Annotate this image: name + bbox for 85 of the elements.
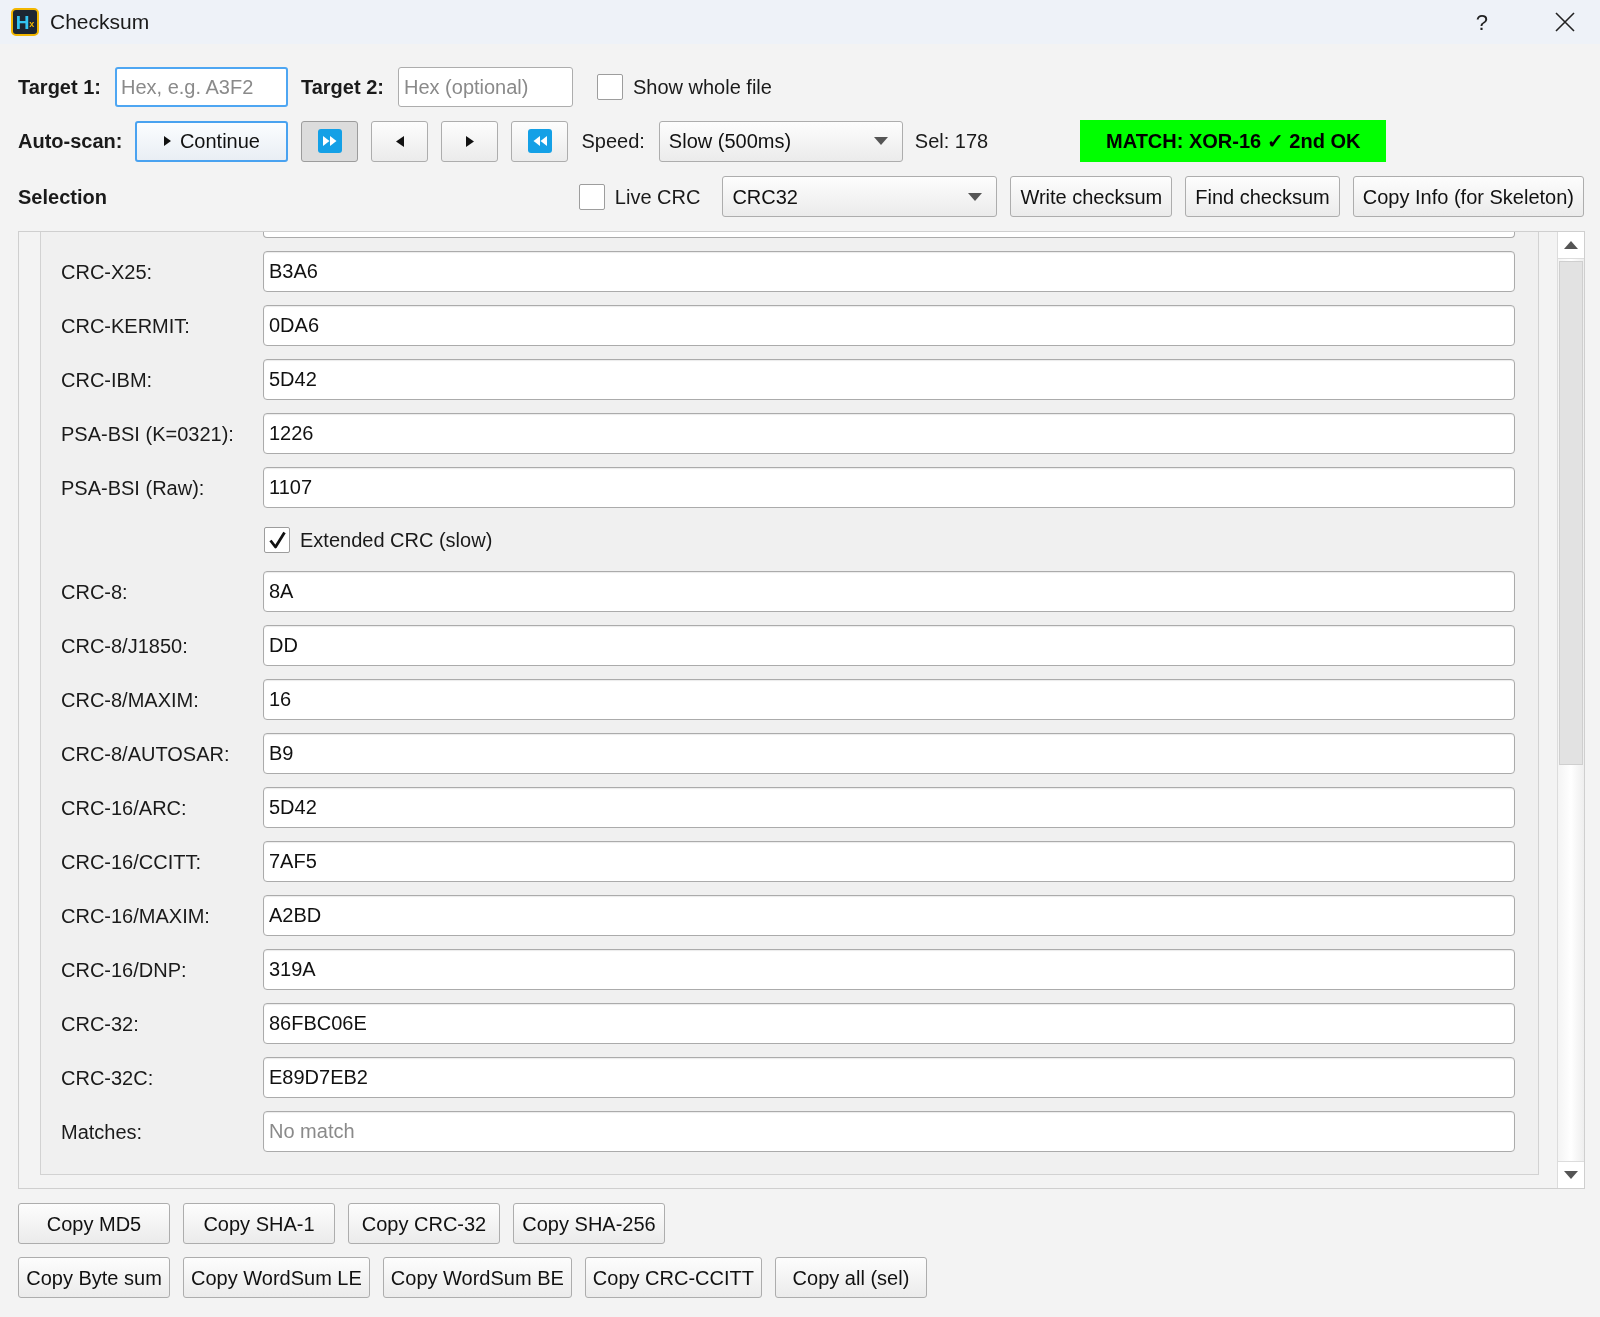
selection-size-text: Sel: 178	[914, 129, 989, 154]
field-label: Target 2:	[301, 75, 384, 100]
value-field[interactable]: 7AF5	[263, 841, 1515, 882]
checkbox[interactable]	[264, 526, 290, 553]
checkbox-label: Show whole file	[632, 75, 772, 100]
field-label: Auto-scan:	[18, 129, 123, 154]
copy-button[interactable]: Copy all (sel)	[774, 1257, 927, 1298]
copy-button[interactable]: Copy CRC-CCITT	[584, 1257, 762, 1298]
fast-forward-icon	[317, 129, 342, 153]
checkmark-icon	[268, 530, 286, 549]
hex-input-field[interactable]: Hex (optional)	[397, 67, 573, 107]
copy-button[interactable]: Copy SHA-256	[513, 1203, 665, 1244]
checkbox-label: Live CRC	[614, 184, 701, 210]
play-triangle-icon	[163, 136, 171, 146]
field-label: CRC-32:	[61, 1011, 140, 1037]
field-label: CRC-32C:	[61, 1065, 155, 1091]
field-label: CRC-8:	[61, 579, 129, 605]
action-button[interactable]: Write checksum	[1010, 176, 1173, 217]
continue-button[interactable]: Continue	[135, 120, 289, 162]
field-label: Target 1:	[18, 75, 101, 100]
value-field[interactable]: 16	[263, 679, 1515, 720]
checkbox[interactable]	[596, 74, 623, 100]
field-label: CRC-8/AUTOSAR:	[61, 741, 231, 767]
caret-down-icon	[873, 137, 888, 145]
field-label: CRC-16/ARC:	[61, 795, 188, 821]
close-button[interactable]	[1554, 11, 1576, 33]
field-label: PSA-BSI (K=0321):	[61, 421, 235, 447]
scan-step-button[interactable]	[371, 120, 429, 162]
speed-dropdown[interactable]: Slow (500ms)	[658, 120, 903, 162]
window-title: Checksum	[50, 9, 150, 36]
scroll-down-button[interactable]	[1558, 1161, 1584, 1188]
close-icon	[1555, 12, 1575, 32]
scan-step-button[interactable]	[441, 120, 499, 162]
value-field[interactable]: DD	[263, 625, 1515, 666]
checkbox[interactable]	[578, 183, 605, 210]
field-label: CRC-KERMIT:	[61, 313, 191, 339]
input-field[interactable]	[263, 232, 1515, 238]
scan-step-button[interactable]	[301, 120, 359, 162]
value-field[interactable]: E89D7EB2	[263, 1057, 1515, 1098]
field-label: PSA-BSI (Raw):	[61, 475, 206, 501]
action-button[interactable]: Find checksum	[1185, 176, 1340, 217]
caret-down-icon	[968, 192, 983, 201]
back-triangle-icon	[395, 135, 404, 147]
match-status-badge: MATCH: XOR-16 ✓ 2nd OK	[1080, 120, 1387, 162]
scroll-up-button[interactable]	[1558, 232, 1584, 259]
help-button[interactable]: ?	[1473, 5, 1490, 39]
value-field[interactable]: 319A	[263, 949, 1515, 990]
section-title: Selection	[18, 184, 107, 210]
copy-button[interactable]: Copy Byte sum	[18, 1257, 170, 1298]
value-field[interactable]: 1107	[263, 467, 1515, 508]
field-label: Speed:	[581, 129, 645, 154]
copy-button[interactable]: Copy WordSum LE	[183, 1257, 370, 1298]
algorithm-dropdown[interactable]: CRC32	[722, 176, 998, 217]
checkbox-label: Extended CRC (slow)	[300, 527, 493, 553]
field-label: CRC-X25:	[61, 259, 154, 285]
copy-button[interactable]: Copy WordSum BE	[382, 1257, 572, 1298]
copy-button[interactable]: Copy SHA-1	[183, 1203, 335, 1244]
value-field[interactable]: 5D42	[263, 787, 1515, 828]
field-label: CRC-16/DNP:	[61, 957, 188, 983]
value-field[interactable]: No match	[263, 1111, 1515, 1152]
field-label: CRC-8/J1850:	[61, 633, 189, 659]
value-field[interactable]: 0DA6	[263, 305, 1515, 346]
field-label: CRC-16/CCITT:	[61, 849, 202, 875]
forward-triangle-icon	[465, 135, 474, 147]
value-field[interactable]: 1226	[263, 413, 1515, 454]
value-field[interactable]: B3A6	[263, 251, 1515, 292]
value-field[interactable]: 86FBC06E	[263, 1003, 1515, 1044]
copy-button[interactable]: Copy MD5	[18, 1203, 170, 1244]
caret-down-icon	[1564, 1171, 1578, 1179]
value-field[interactable]: 5D42	[263, 359, 1515, 400]
value-field[interactable]: A2BD	[263, 895, 1515, 936]
hex-input-field[interactable]: Hex, e.g. A3F2	[115, 67, 288, 107]
scrollbar-thumb[interactable]	[1559, 261, 1583, 765]
field-label: CRC-IBM:	[61, 367, 154, 393]
value-field[interactable]: 8A	[263, 571, 1515, 612]
rewind-icon	[527, 129, 552, 153]
scrollbar-track[interactable]	[1557, 232, 1584, 1188]
copy-button[interactable]: Copy CRC-32	[348, 1203, 500, 1244]
field-label: CRC-8/MAXIM:	[61, 687, 200, 713]
action-button[interactable]: Copy Info (for Skeleton)	[1352, 176, 1584, 217]
caret-up-icon	[1564, 241, 1578, 249]
value-field[interactable]: B9	[263, 733, 1515, 774]
field-label: CRC-16/MAXIM:	[61, 903, 211, 929]
field-label: Matches:	[61, 1119, 144, 1145]
scan-step-button[interactable]	[511, 120, 569, 162]
